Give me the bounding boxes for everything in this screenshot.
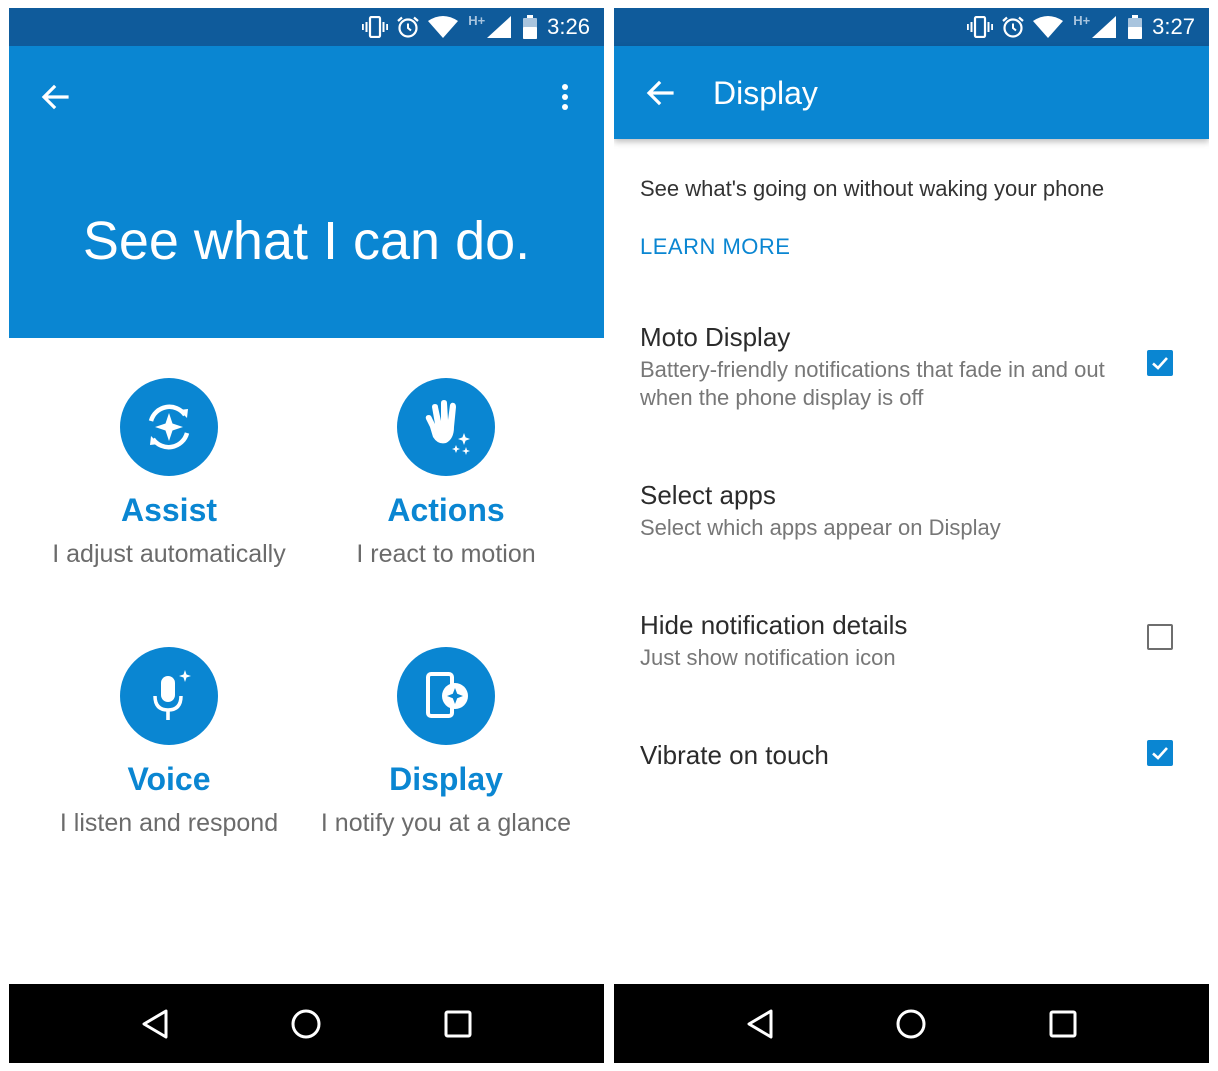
more-options-icon[interactable] [553,79,577,115]
hero-banner: See what I can do. [9,46,604,338]
voice-mic-icon [120,647,218,745]
network-type: H+ [468,12,486,28]
right-screen: H+ 3:27 Display See what's going on with… [614,8,1209,1063]
left-screen: H+ 3:26 See what I can do. Assist I adju… [9,8,604,1063]
recents-nav-icon[interactable] [436,1002,480,1046]
clock: 3:26 [547,14,590,39]
page-title: Display [713,75,818,111]
setting-subtitle: Battery-friendly notifications that fade… [640,357,1105,410]
recents-nav-icon[interactable] [1041,1002,1085,1046]
navigation-bar [614,984,1209,1063]
status-bar: H+ 3:27 [614,8,1209,46]
wifi-icon [428,16,459,38]
back-arrow-icon[interactable] [642,75,678,111]
feature-title: Voice [127,761,211,797]
wifi-icon [1033,16,1064,38]
setting-subtitle: Select which apps appear on Display [640,515,1001,540]
alarm-icon [1001,15,1025,39]
back-arrow-icon[interactable] [37,79,73,115]
feature-title: Display [389,761,503,797]
back-nav-icon[interactable] [133,1002,177,1046]
setting-hide-notification-details[interactable]: Hide notification details Just show noti… [640,608,1185,672]
navigation-bar [9,984,604,1063]
setting-subtitle: Just show notification icon [640,645,896,670]
setting-select-apps[interactable]: Select apps Select which apps appear on … [640,478,1185,542]
feature-voice[interactable]: Voice I listen and respond [29,647,309,839]
setting-vibrate-on-touch[interactable]: Vibrate on touch [640,738,1185,772]
signal-icon [1092,16,1117,38]
battery-icon [523,15,538,39]
setting-title: Hide notification details [640,610,908,640]
feature-title: Actions [387,492,505,528]
vibrate-icon [967,16,994,38]
learn-more-link[interactable]: LEARN MORE [640,234,790,260]
home-nav-icon[interactable] [889,1002,933,1046]
setting-title: Moto Display [640,322,791,352]
signal-icon [487,16,512,38]
vibrate-icon [362,16,389,38]
battery-icon [1128,15,1143,39]
home-nav-icon[interactable] [284,1002,328,1046]
network-type: H+ [1073,12,1091,28]
feature-description: I adjust automatically [52,540,286,568]
feature-display[interactable]: Display I notify you at a glance [306,647,586,839]
feature-title: Assist [120,492,218,528]
vibrate-checkbox[interactable] [1147,740,1173,766]
status-bar: H+ 3:26 [9,8,604,46]
feature-assist[interactable]: Assist I adjust automatically [29,378,309,570]
feature-description: I react to motion [356,540,536,568]
actions-hand-icon [397,378,495,476]
alarm-icon [396,15,420,39]
intro-text: See what's going on without waking your … [640,176,1105,201]
setting-title: Vibrate on touch [640,740,829,770]
back-nav-icon[interactable] [738,1002,782,1046]
clock: 3:27 [1152,14,1195,39]
feature-description: I notify you at a glance [320,809,572,837]
setting-title: Select apps [640,480,776,510]
moto-display-checkbox[interactable] [1147,350,1173,376]
hero-title: See what I can do. [82,211,531,271]
setting-moto-display[interactable]: Moto Display Battery-friendly notificati… [640,320,1185,412]
hide-details-checkbox[interactable] [1147,624,1173,650]
display-phone-icon [397,647,495,745]
feature-description: I listen and respond [59,809,279,837]
assist-icon [120,378,218,476]
feature-actions[interactable]: Actions I react to motion [306,378,586,570]
app-bar: Display [614,46,1209,139]
